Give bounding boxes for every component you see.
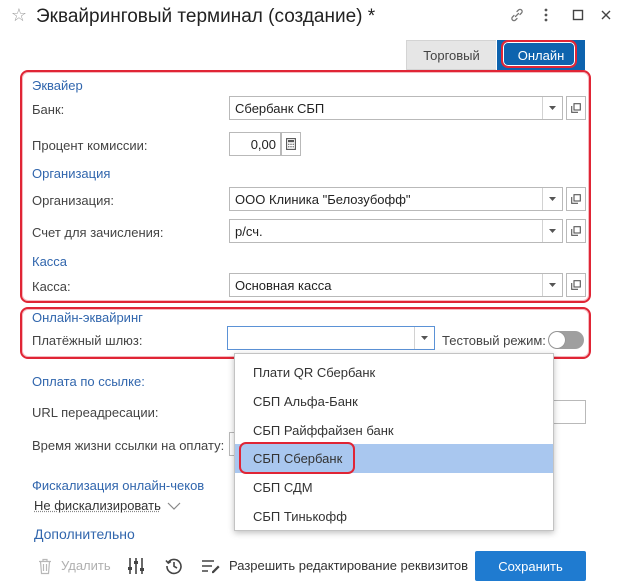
gateway-dropdown-list: Плати QR Сбербанк СБП Альфа-Банк СБП Рай… xyxy=(234,353,554,531)
delete-button[interactable]: Удалить xyxy=(61,558,111,573)
account-open-button[interactable] xyxy=(566,219,586,243)
test-mode-label: Тестовый режим: xyxy=(442,333,546,348)
cash-open-button[interactable] xyxy=(566,273,586,297)
gateway-option-5[interactable]: СБП Тинькофф xyxy=(235,502,553,531)
section-fiscal-heading: Фискализация онлайн-чеков xyxy=(32,478,205,493)
chevron-down-icon xyxy=(549,229,556,233)
edit-list-icon[interactable] xyxy=(201,557,221,575)
organization-field[interactable]: ООО Клиника "Белозубофф" xyxy=(229,187,563,211)
chevron-down-icon xyxy=(549,106,556,110)
fiscal-mode-selector[interactable]: Не фискализировать xyxy=(34,498,181,513)
gateway-option-0[interactable]: Плати QR Сбербанк xyxy=(235,358,553,387)
gateway-option-4[interactable]: СБП СДМ xyxy=(235,473,553,502)
toggle-knob xyxy=(549,332,565,348)
account-field[interactable]: р/сч. xyxy=(229,219,563,243)
redirect-url-input[interactable] xyxy=(552,400,586,424)
chevron-down-icon xyxy=(549,197,556,201)
gateway-option-3[interactable]: СБП Сбербанк xyxy=(235,444,553,473)
tab-online[interactable]: Онлайн xyxy=(497,40,585,70)
chevron-down-icon xyxy=(549,283,556,287)
save-button[interactable]: Сохранить xyxy=(475,551,586,581)
open-form-icon xyxy=(571,226,581,236)
organization-label: Организация: xyxy=(32,193,115,208)
section-organization-heading: Организация xyxy=(32,166,111,181)
organization-dropdown-button[interactable] xyxy=(542,188,562,210)
cash-dropdown-button[interactable] xyxy=(542,274,562,296)
bank-field[interactable]: Сбербанк СБП xyxy=(229,96,563,120)
link-lifetime-label: Время жизни ссылки на оплату: xyxy=(32,438,225,453)
close-icon[interactable] xyxy=(596,5,616,25)
organization-value: ООО Клиника "Белозубофф" xyxy=(235,191,411,207)
allow-edit-requisites-button[interactable]: Разрешить редактирование реквизитов xyxy=(229,558,468,573)
organization-open-button[interactable] xyxy=(566,187,586,211)
gateway-option-1[interactable]: СБП Альфа-Банк xyxy=(235,387,553,416)
section-cash-heading: Касса xyxy=(32,254,68,269)
test-mode-toggle[interactable] xyxy=(548,331,584,349)
fiscal-mode-value: Не фискализировать xyxy=(34,498,161,513)
gateway-option-2[interactable]: СБП Райффайзен банк xyxy=(235,416,553,445)
settings-sliders-icon[interactable] xyxy=(126,556,146,576)
more-menu-icon[interactable] xyxy=(536,5,556,25)
chevron-down-icon xyxy=(167,502,181,510)
calculator-button[interactable] xyxy=(281,132,301,156)
gateway-dropdown-button[interactable] xyxy=(414,327,434,349)
history-icon[interactable] xyxy=(164,556,184,576)
bank-open-button[interactable] xyxy=(566,96,586,120)
cash-field[interactable]: Основная касса xyxy=(229,273,563,297)
commission-value: 0,00 xyxy=(250,136,276,152)
open-form-icon xyxy=(571,103,581,113)
redirect-url-label: URL переадресации: xyxy=(32,405,159,420)
bank-dropdown-button[interactable] xyxy=(542,97,562,119)
cash-label: Касса: xyxy=(32,279,71,294)
account-label: Счет для зачисления: xyxy=(32,225,164,240)
calculator-icon xyxy=(286,138,296,150)
section-acquirer-heading: Эквайер xyxy=(32,78,83,93)
commission-label: Процент комиссии: xyxy=(32,138,148,153)
tab-trade[interactable]: Торговый xyxy=(406,40,496,70)
link-icon[interactable] xyxy=(507,5,527,25)
open-form-icon xyxy=(571,280,581,290)
section-payment-link-heading: Оплата по ссылке: xyxy=(32,374,145,389)
chevron-down-icon xyxy=(421,336,428,340)
section-online-acquiring-heading: Онлайн-эквайринг xyxy=(32,310,143,325)
account-value: р/сч. xyxy=(235,223,263,239)
favorite-star-icon[interactable]: ☆ xyxy=(8,4,30,26)
maximize-icon[interactable] xyxy=(568,5,588,25)
account-dropdown-button[interactable] xyxy=(542,220,562,242)
window-title: Эквайринговый терминал (создание) * xyxy=(36,6,376,27)
cash-value: Основная касса xyxy=(235,277,332,293)
more-link[interactable]: Дополнительно xyxy=(34,526,135,542)
gateway-field[interactable] xyxy=(227,326,435,350)
open-form-icon xyxy=(571,194,581,204)
trash-icon[interactable] xyxy=(36,556,54,576)
bank-label: Банк: xyxy=(32,102,65,117)
commission-input[interactable]: 0,00 xyxy=(229,132,281,156)
gateway-label: Платёжный шлюз: xyxy=(32,333,143,348)
bank-value: Сбербанк СБП xyxy=(235,100,325,116)
